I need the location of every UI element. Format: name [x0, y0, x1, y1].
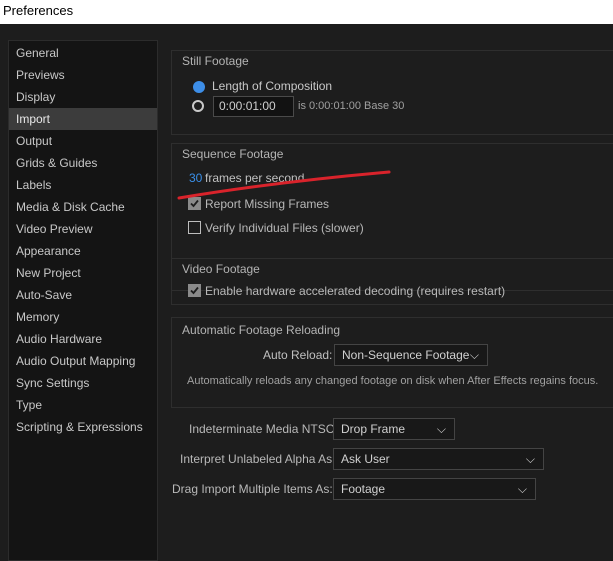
red-annotation-stroke: [177, 170, 391, 200]
ntsc-dropdown[interactable]: Drop Frame ⌵: [333, 418, 455, 440]
duration-note: is 0:00:01:00 Base 30: [298, 100, 405, 112]
sidebar-item-audio-hardware[interactable]: Audio Hardware: [9, 328, 157, 350]
drag-import-value: Footage: [341, 482, 386, 496]
still-footage-title: Still Footage: [182, 54, 249, 68]
chevron-down-icon: ⌵: [525, 452, 535, 466]
sidebar-item-previews[interactable]: Previews: [9, 64, 157, 86]
ntsc-label: Indeterminate Media NTSC:: [189, 422, 338, 436]
sidebar-item-media-disk-cache[interactable]: Media & Disk Cache: [9, 196, 157, 218]
drag-import-dropdown[interactable]: Footage ⌵: [333, 478, 536, 500]
radio-length-of-composition[interactable]: [193, 81, 205, 93]
sidebar-item-scripting-expressions[interactable]: Scripting & Expressions: [9, 416, 157, 438]
sidebar-item-type[interactable]: Type: [9, 394, 157, 416]
video-footage-title: Video Footage: [182, 262, 260, 276]
chevron-down-icon: ⌵: [436, 422, 446, 436]
sidebar-item-audio-output-mapping[interactable]: Audio Output Mapping: [9, 350, 157, 372]
chevron-down-icon: ⌵: [517, 482, 527, 496]
drag-import-label: Drag Import Multiple Items As:: [172, 482, 333, 496]
alpha-label: Interpret Unlabeled Alpha As:: [180, 452, 336, 466]
auto-reload-group: Automatic Footage Reloading Auto Reload:…: [171, 317, 613, 408]
ntsc-value: Drop Frame: [341, 422, 406, 436]
auto-reload-value: Non-Sequence Footage: [342, 348, 470, 362]
chevron-down-icon: ⌵: [469, 348, 479, 362]
sidebar-item-import[interactable]: Import: [9, 108, 157, 130]
preferences-sidebar: General Previews Display Import Output G…: [8, 40, 158, 561]
sidebar-item-video-preview[interactable]: Video Preview: [9, 218, 157, 240]
sidebar-item-labels[interactable]: Labels: [9, 174, 157, 196]
sidebar-item-appearance[interactable]: Appearance: [9, 240, 157, 262]
sidebar-item-general[interactable]: General: [9, 42, 157, 64]
video-footage-group: Video Footage Enable hardware accelerate…: [171, 258, 613, 305]
alpha-value: Ask User: [341, 452, 390, 466]
sidebar-item-sync-settings[interactable]: Sync Settings: [9, 372, 157, 394]
sidebar-item-output[interactable]: Output: [9, 130, 157, 152]
auto-reload-label: Auto Reload:: [263, 348, 333, 362]
sidebar-item-display[interactable]: Display: [9, 86, 157, 108]
duration-input[interactable]: 0:00:01:00: [213, 96, 294, 117]
title-bar: Preferences: [0, 0, 613, 24]
window-title: Preferences: [3, 3, 74, 18]
sequence-footage-title: Sequence Footage: [182, 147, 284, 161]
hw-decoding-checkbox[interactable]: [188, 284, 201, 297]
sidebar-item-auto-save[interactable]: Auto-Save: [9, 284, 157, 306]
verify-individual-files-label: Verify Individual Files (slower): [205, 221, 364, 235]
import-settings-panel: Still Footage Length of Composition 0:00…: [163, 40, 613, 561]
checkmark-icon: [190, 286, 199, 295]
radio-custom-duration[interactable]: [192, 100, 204, 112]
sidebar-item-grids-guides[interactable]: Grids & Guides: [9, 152, 157, 174]
hw-decoding-label: Enable hardware accelerated decoding (re…: [205, 284, 506, 298]
length-of-composition-label: Length of Composition: [212, 79, 333, 93]
sidebar-item-new-project[interactable]: New Project: [9, 262, 157, 284]
auto-reload-title: Automatic Footage Reloading: [182, 323, 341, 337]
verify-individual-files-checkbox[interactable]: [188, 221, 201, 234]
auto-reload-note: Automatically reloads any changed footag…: [187, 375, 599, 387]
sidebar-item-memory[interactable]: Memory: [9, 306, 157, 328]
auto-reload-dropdown[interactable]: Non-Sequence Footage ⌵: [334, 344, 488, 366]
alpha-dropdown[interactable]: Ask User ⌵: [333, 448, 544, 470]
still-footage-group: Still Footage Length of Composition 0:00…: [171, 50, 613, 135]
